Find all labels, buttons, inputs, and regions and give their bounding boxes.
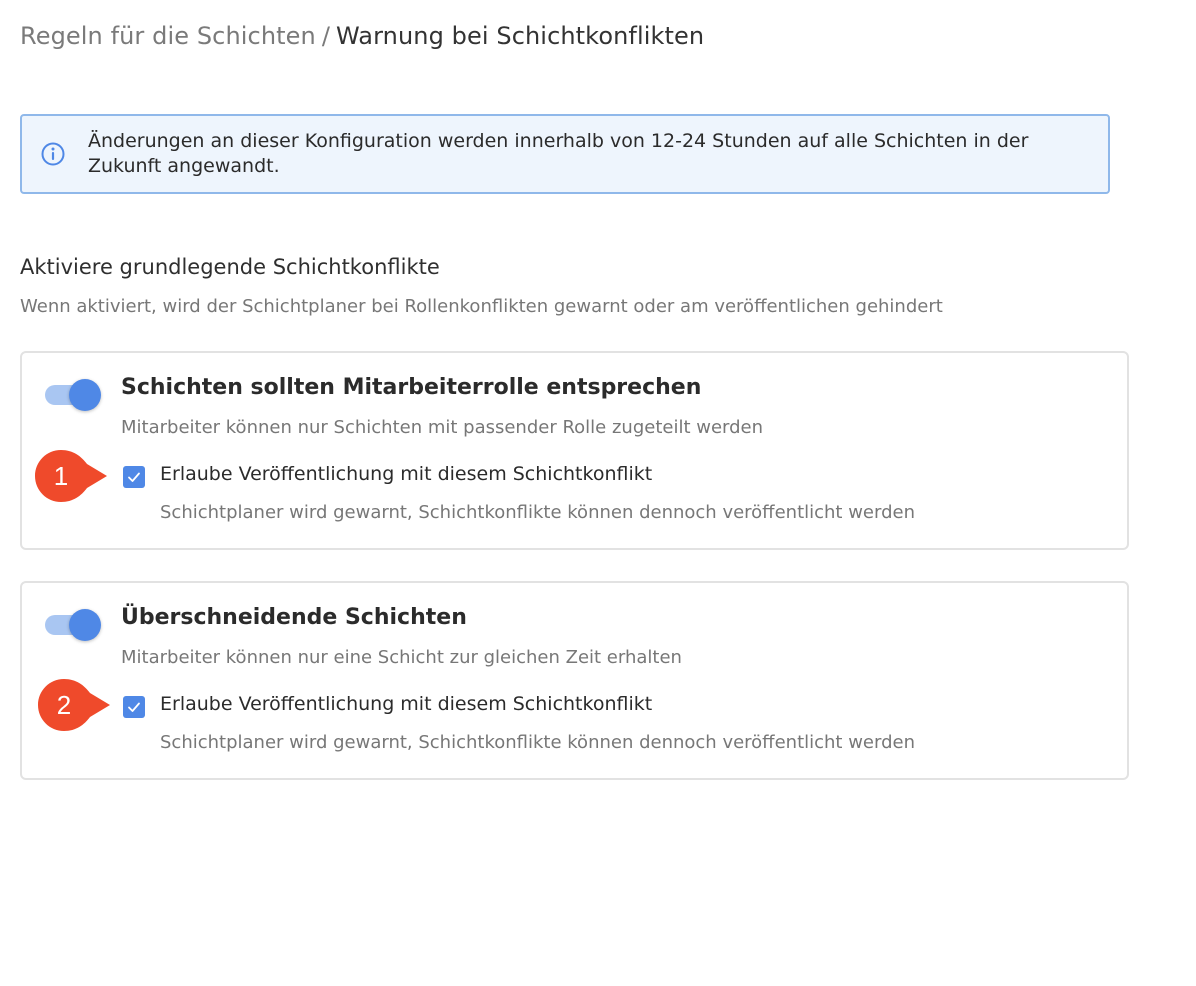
role-match-toggle[interactable] bbox=[45, 379, 101, 411]
section-title: Aktiviere grundlegende Schichtkonflikte bbox=[20, 255, 440, 279]
rule-title: Schichten sollten Mitarbeiterrolle entsp… bbox=[121, 375, 702, 400]
breadcrumb-parent-link[interactable]: Regeln für die Schichten bbox=[20, 22, 316, 50]
section-description: Wenn aktiviert, wird der Schichtplaner b… bbox=[20, 296, 943, 317]
allow-publish-description: Schichtplaner wird gewarnt, Schichtkonfl… bbox=[160, 502, 915, 523]
callout-marker-1: 1 bbox=[35, 450, 109, 502]
callout-number: 1 bbox=[53, 461, 69, 491]
callout-number: 2 bbox=[56, 690, 72, 720]
allow-publish-checkbox[interactable] bbox=[123, 466, 145, 488]
allow-publish-label[interactable]: Erlaube Veröffentlichung mit diesem Schi… bbox=[160, 463, 652, 485]
rule-card-role-match: Schichten sollten Mitarbeiterrolle entsp… bbox=[20, 351, 1129, 550]
rule-title: Überschneidende Schichten bbox=[121, 605, 467, 630]
allow-publish-description: Schichtplaner wird gewarnt, Schichtkonfl… bbox=[160, 732, 915, 753]
breadcrumb-separator: / bbox=[321, 22, 331, 50]
toggle-thumb bbox=[69, 379, 101, 411]
checkmark-icon bbox=[128, 702, 140, 712]
checkmark-icon bbox=[128, 472, 140, 482]
breadcrumb: Regeln für die Schichten / Warnung bei Sch… bbox=[20, 22, 704, 50]
callout-marker-2: 2 bbox=[38, 679, 112, 731]
page-title: Warnung bei Schichtkonflikten bbox=[336, 22, 705, 50]
overlapping-shifts-toggle[interactable] bbox=[45, 609, 101, 641]
info-icon bbox=[41, 142, 65, 166]
info-banner: Änderungen an dieser Konfiguration werde… bbox=[20, 114, 1110, 194]
info-banner-text: Änderungen an dieser Konfiguration werde… bbox=[88, 130, 1029, 177]
allow-publish-label[interactable]: Erlaube Veröffentlichung mit diesem Schi… bbox=[160, 693, 652, 715]
rule-card-overlapping-shifts: Überschneidende Schichten Mitarbeiter kö… bbox=[20, 581, 1129, 780]
rule-description: Mitarbeiter können nur Schichten mit pas… bbox=[121, 417, 764, 438]
allow-publish-checkbox[interactable] bbox=[123, 696, 145, 718]
toggle-thumb bbox=[69, 609, 101, 641]
rule-description: Mitarbeiter können nur eine Schicht zur … bbox=[121, 647, 682, 668]
